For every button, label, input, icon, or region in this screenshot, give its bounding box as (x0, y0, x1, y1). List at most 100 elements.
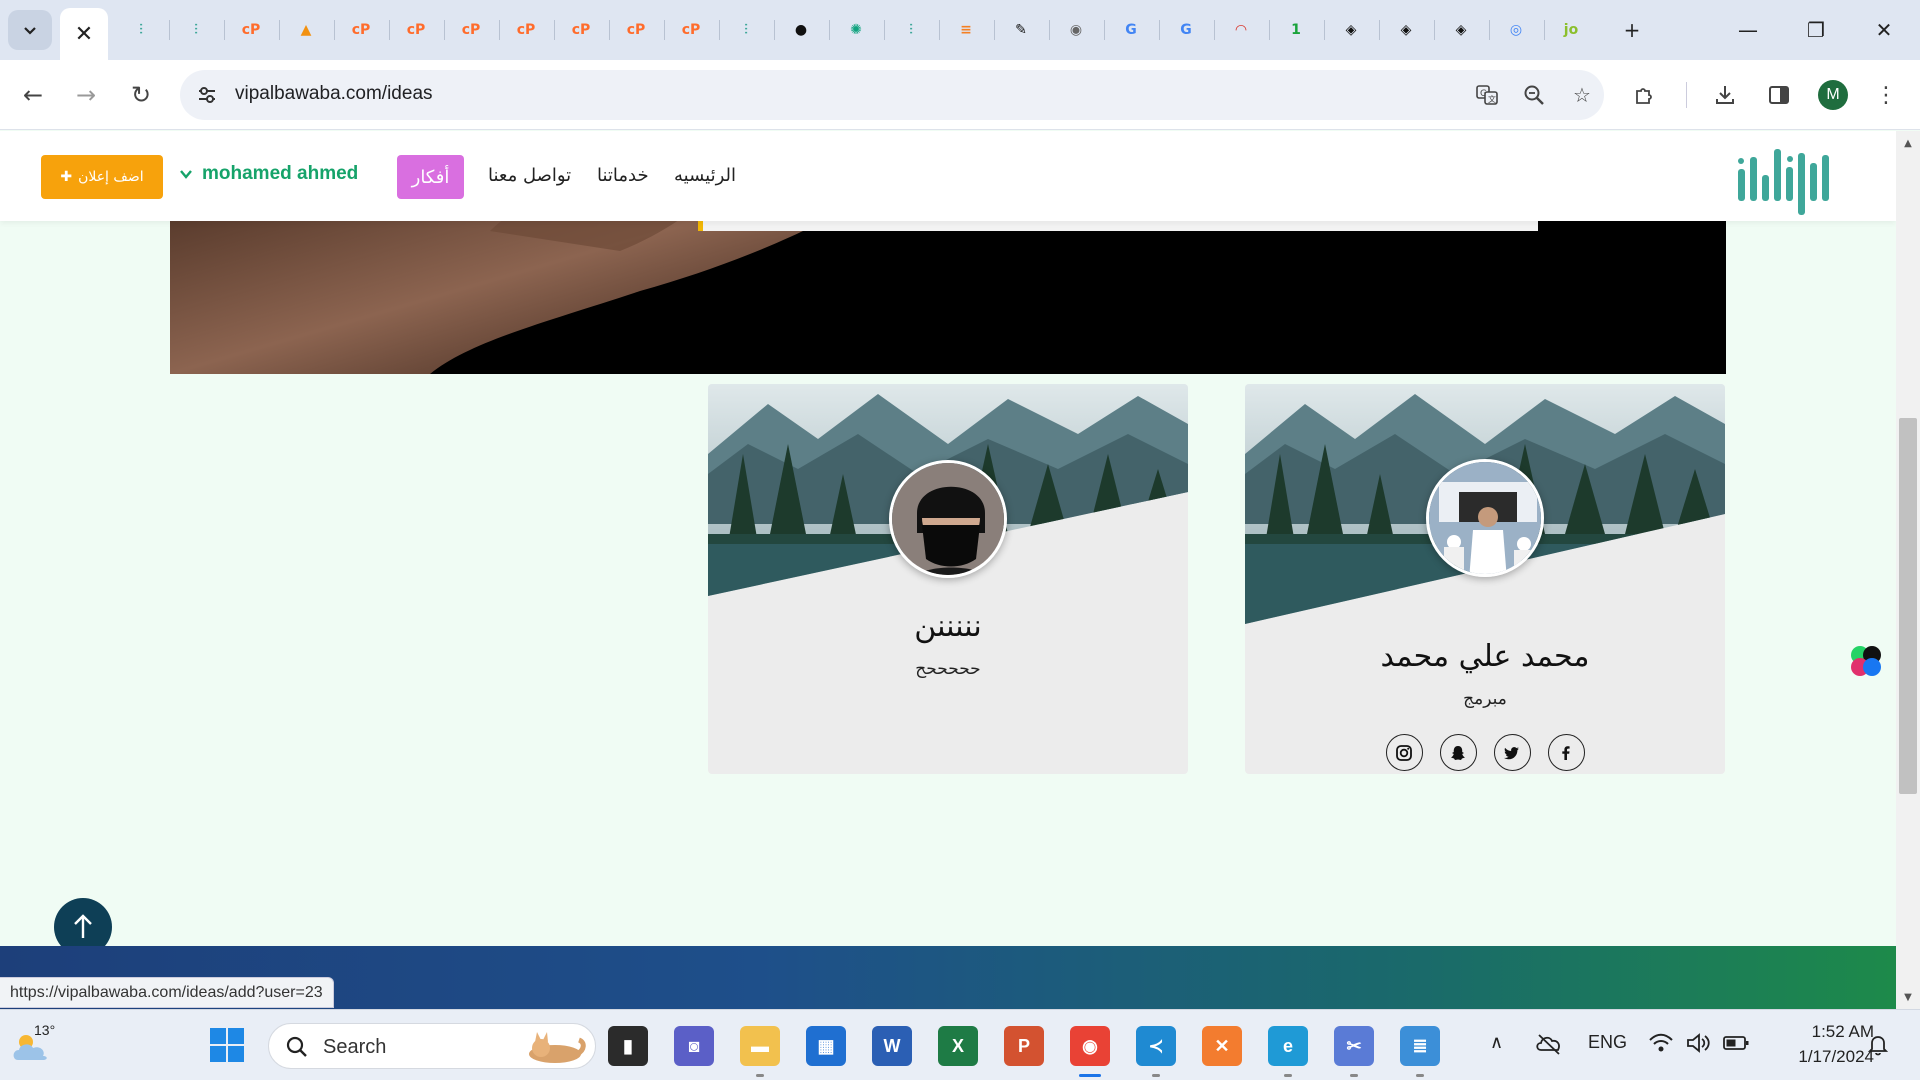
speedometer-icon[interactable]: ◠ (1226, 15, 1256, 45)
active-tab-close-button[interactable]: ✕ (60, 8, 108, 60)
xampp-icon[interactable]: ✕ (1202, 1026, 1242, 1066)
scrollbar-thumb[interactable] (1899, 418, 1917, 794)
minimize-button[interactable]: — (1728, 12, 1768, 48)
url-text[interactable]: vipalbawaba.com/ideas (235, 83, 433, 105)
excel-icon[interactable]: X (938, 1026, 978, 1066)
more-menu-icon[interactable]: ⋮ (1866, 75, 1906, 115)
instagram-icon[interactable] (1385, 734, 1423, 771)
teams-chat-icon[interactable]: ◙ (674, 1026, 714, 1066)
site-logo-icon[interactable]: ⫶ (896, 15, 926, 45)
globe-icon[interactable]: ◉ (1061, 15, 1091, 45)
site-logo[interactable] (1730, 139, 1840, 215)
forward-button[interactable]: → (66, 75, 106, 115)
status-bar-url: https://vipalbawaba.com/ideas/add?user=2… (0, 977, 334, 1008)
cpanel-icon[interactable]: cP (621, 15, 651, 45)
card-name: نننننن (914, 609, 982, 644)
input-language[interactable]: ENG (1588, 1032, 1627, 1053)
chatgpt-icon[interactable]: ✺ (841, 15, 871, 45)
bookmark-star-icon[interactable]: ☆ (1567, 80, 1597, 110)
twitter-icon[interactable] (1493, 734, 1531, 771)
word-icon[interactable]: W (872, 1026, 912, 1066)
profile-avatar[interactable]: M (1818, 80, 1848, 110)
back-button[interactable]: ← (13, 75, 53, 115)
task-view-icon[interactable]: ▮ (608, 1026, 648, 1066)
codepen-icon[interactable]: ◈ (1336, 15, 1366, 45)
tab-separator (224, 20, 225, 40)
clock-time[interactable]: 1:52 AM (1778, 1022, 1874, 1042)
site-logo-icon[interactable]: ⫶ (126, 15, 156, 45)
edit-app-icon[interactable]: ✎ (1006, 15, 1036, 45)
notepad-icon[interactable]: ≣ (1400, 1026, 1440, 1066)
snipping-tool-icon[interactable]: ✂ (1334, 1026, 1374, 1066)
translate-icon[interactable]: G文 (1472, 80, 1502, 110)
ideas-button[interactable]: أفكار (397, 155, 464, 199)
cpanel-icon[interactable]: cP (346, 15, 376, 45)
tab-separator (444, 20, 445, 40)
google-lens-icon[interactable]: ◎ (1501, 15, 1531, 45)
tab-separator (389, 20, 390, 40)
codepen-icon[interactable]: ◈ (1391, 15, 1421, 45)
cpanel-icon[interactable]: cP (401, 15, 431, 45)
file-explorer-icon[interactable]: ▬ (740, 1026, 780, 1066)
zoom-icon[interactable] (1519, 80, 1549, 110)
site-logo-icon[interactable]: ⫶ (731, 15, 761, 45)
github-icon[interactable]: ● (786, 15, 816, 45)
profile-card[interactable]: محمد علي محمد مبرمج (1245, 384, 1725, 774)
new-tab-button[interactable]: + (1612, 12, 1652, 48)
notification-bell-icon[interactable] (1868, 1034, 1888, 1056)
close-window-button[interactable]: ✕ (1864, 12, 1904, 48)
reload-button[interactable]: ↻ (121, 75, 161, 115)
facebook-icon[interactable] (1547, 734, 1585, 771)
site-settings-icon[interactable] (194, 82, 220, 108)
clock-date[interactable]: 1/17/2024 (1760, 1047, 1874, 1067)
volume-icon[interactable] (1686, 1032, 1712, 1054)
user-menu[interactable]: mohamed ahmed (180, 163, 358, 185)
phpmyadmin-icon[interactable]: ▲ (291, 15, 321, 45)
cpanel-icon[interactable]: cP (236, 15, 266, 45)
powerpoint-icon[interactable]: P (1004, 1026, 1044, 1066)
microsoft-store-icon[interactable]: ▦ (806, 1026, 846, 1066)
downloads-icon[interactable] (1705, 75, 1745, 115)
tab-separator (994, 20, 995, 40)
side-panel-icon[interactable] (1759, 75, 1799, 115)
add-ad-button[interactable]: ✚ اضف إعلان (41, 155, 163, 199)
google-icon[interactable]: G (1116, 15, 1146, 45)
nav-services[interactable]: خدماتنا (597, 165, 649, 186)
user-name: mohamed ahmed (202, 163, 359, 184)
wifi-icon[interactable] (1648, 1032, 1674, 1054)
profile-card[interactable]: نننننن حححححح (708, 384, 1188, 774)
cpanel-icon[interactable]: cP (456, 15, 486, 45)
windows-start-icon[interactable] (209, 1027, 245, 1063)
one-icon[interactable]: 1 (1281, 15, 1311, 45)
battery-icon[interactable] (1722, 1034, 1750, 1052)
show-hidden-icons-chevron-up-icon[interactable]: ∧ (1490, 1032, 1503, 1053)
restore-button[interactable]: ❐ (1796, 12, 1836, 48)
address-bar[interactable]: vipalbawaba.com/ideas G文 ☆ (180, 70, 1604, 120)
vscode-icon[interactable]: ≺ (1136, 1026, 1176, 1066)
scroll-up-arrow-icon[interactable]: ▲ (1899, 134, 1917, 152)
jo-icon[interactable]: jo (1556, 15, 1586, 45)
extensions-icon[interactable] (1625, 75, 1665, 115)
site-logo-icon[interactable]: ⫶ (181, 15, 211, 45)
edge-icon[interactable]: e (1268, 1026, 1308, 1066)
scroll-down-arrow-icon[interactable]: ▼ (1899, 988, 1917, 1006)
tab-search-button[interactable] (8, 10, 52, 50)
onedrive-icon[interactable] (1535, 1032, 1563, 1056)
nav-contact[interactable]: تواصل معنا (488, 165, 571, 186)
nav-home[interactable]: الرئيسيه (674, 165, 736, 186)
running-indicator (1416, 1074, 1424, 1077)
tab-separator (279, 20, 280, 40)
codepen-icon[interactable]: ◈ (1446, 15, 1476, 45)
stackoverflow-icon[interactable]: ≡ (951, 15, 981, 45)
taskbar-search-box[interactable]: Search (268, 1023, 596, 1069)
tab-separator (1544, 20, 1545, 40)
svg-text:文: 文 (1488, 94, 1496, 104)
cpanel-icon[interactable]: cP (676, 15, 706, 45)
snapchat-icon[interactable] (1439, 734, 1477, 771)
web-page: ✚ اضف إعلان mohamed ahmed أفكار تواصل مع… (0, 131, 1896, 1009)
google-icon[interactable]: G (1171, 15, 1201, 45)
chrome-icon[interactable]: ◉ (1070, 1026, 1110, 1066)
cpanel-icon[interactable]: cP (566, 15, 596, 45)
cpanel-icon[interactable]: cP (511, 15, 541, 45)
floating-social-widget-icon[interactable] (1848, 643, 1884, 679)
